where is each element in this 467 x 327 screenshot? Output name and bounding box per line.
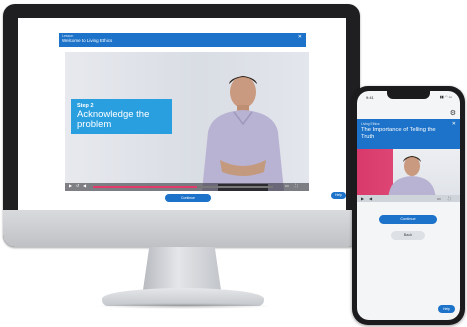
lesson-header: Lesson Welcome to Living Ethics ✕ <box>59 33 306 47</box>
lesson-title: The Importance of Telling the Truth <box>361 127 436 140</box>
play-icon[interactable]: ▶ <box>361 196 364 201</box>
back-button[interactable]: Back <box>391 231 425 240</box>
fullscreen-icon[interactable]: ⛶ <box>448 196 451 201</box>
status-icons: ▮▮ ◠ ▭ <box>439 95 452 99</box>
step-headline: Acknowledge the problem <box>77 109 150 130</box>
presenter-image <box>387 156 437 201</box>
mobile-phone: 9:41 ▮▮ ◠ ▭ ⚙ Living Ethics The Importan… <box>352 86 465 325</box>
help-button[interactable]: Help <box>438 305 455 313</box>
continue-button[interactable]: Continue <box>165 194 211 202</box>
video-controls: ▶ ↺ ◀ ▭ ⛶ <box>65 183 309 191</box>
video-progress-fill <box>93 186 198 188</box>
skip-back-icon[interactable]: ↺ <box>76 184 80 188</box>
phone-screen: 9:41 ▮▮ ◠ ▭ ⚙ Living Ethics The Importan… <box>357 91 460 320</box>
status-time: 9:41 <box>366 95 374 100</box>
help-button[interactable]: Help <box>331 192 346 199</box>
captions-icon[interactable]: ▭ <box>285 184 289 188</box>
close-icon[interactable]: ✕ <box>298 35 302 40</box>
volume-icon[interactable]: ◀ <box>369 196 372 201</box>
monitor-stand <box>143 247 221 290</box>
play-icon[interactable]: ▶ <box>69 184 73 188</box>
fullscreen-icon[interactable]: ⛶ <box>295 184 299 188</box>
video-player[interactable]: Step 2 Acknowledge the problem ▶ ↺ ◀ ▭ ⛶ <box>65 52 309 191</box>
video-player[interactable] <box>357 149 460 201</box>
presenter-image <box>202 76 284 191</box>
step-overlay: Step 2 Acknowledge the problem <box>71 99 172 134</box>
video-progress-bar[interactable] <box>93 186 273 188</box>
close-icon[interactable]: ✕ <box>452 121 456 127</box>
lesson-title: Welcome to Living Ethics <box>62 38 113 43</box>
stand-shadow <box>95 303 273 309</box>
lesson-kicker: Living Ethics <box>361 122 380 126</box>
phone-notch <box>387 91 430 99</box>
lesson-header: Living Ethics The Importance of Telling … <box>357 119 460 149</box>
captions-icon[interactable]: ▭ <box>437 196 441 201</box>
desktop-screen: Lesson Welcome to Living Ethics ✕ Step 2… <box>18 18 346 213</box>
volume-icon[interactable]: ◀ <box>83 184 87 188</box>
video-controls: ▶ ◀ ▭ ⛶ <box>357 195 460 202</box>
continue-button[interactable]: Continue <box>379 215 437 224</box>
monitor-chin <box>3 210 360 247</box>
gear-icon[interactable]: ⚙ <box>450 109 456 117</box>
